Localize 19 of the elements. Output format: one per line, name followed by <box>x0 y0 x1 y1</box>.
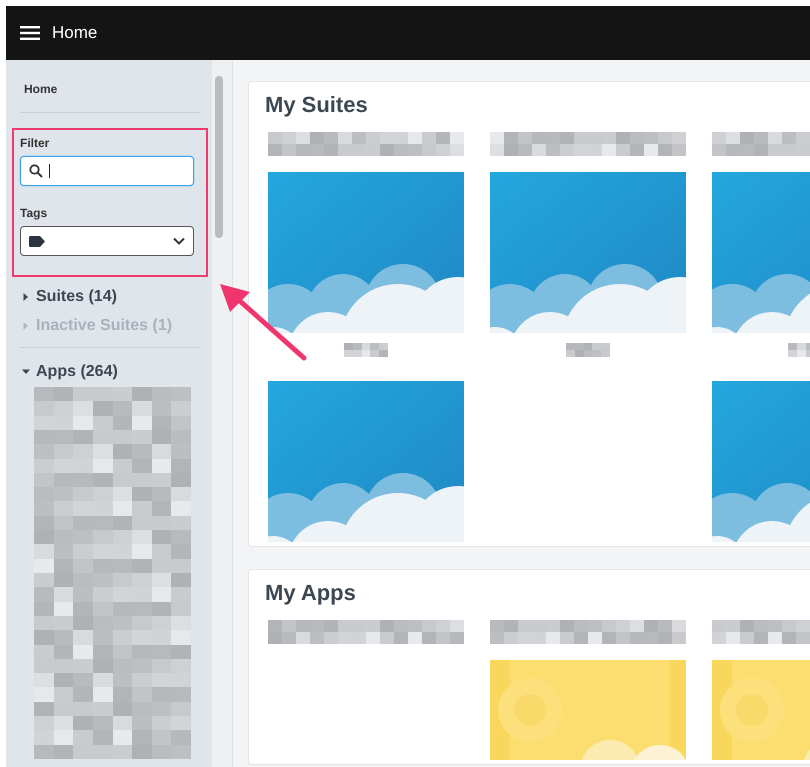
text-cursor <box>49 164 50 178</box>
field-label: Filter <box>20 136 50 150</box>
chevron-down-icon <box>173 237 185 245</box>
caret-right-icon <box>22 293 30 301</box>
filter-field[interactable] <box>20 156 194 186</box>
tag-icon <box>29 236 45 246</box>
tags-dropdown[interactable] <box>20 226 194 256</box>
menu-icon <box>20 26 40 40</box>
search-icon <box>29 164 43 178</box>
page-title: Home <box>52 23 98 43</box>
scrollbar-thumb[interactable] <box>215 76 223 238</box>
section-title: My Suites <box>265 92 368 118</box>
tree-item[interactable]: Apps (264) <box>22 363 118 381</box>
home-link[interactable]: Home <box>24 82 58 96</box>
field-label: Tags <box>20 206 48 220</box>
tree-item[interactable]: Suites (14) <box>22 288 117 306</box>
section-title: My Apps <box>265 580 356 606</box>
caret-down-icon <box>22 368 30 376</box>
caret-right-icon <box>22 322 30 330</box>
